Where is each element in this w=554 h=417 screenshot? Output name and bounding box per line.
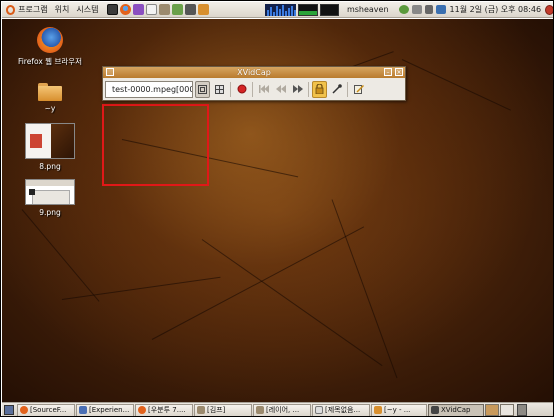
power-icon[interactable] xyxy=(545,4,553,15)
firefox-icon xyxy=(20,406,28,414)
document-icon xyxy=(79,406,87,414)
desktop-icon-8png[interactable]: 8.png xyxy=(20,123,80,171)
task-label: [김프] xyxy=(207,406,226,414)
text-editor-icon[interactable] xyxy=(146,4,158,15)
window-title: XVidCap xyxy=(237,68,271,77)
taskbar-item[interactable]: [우분투 7.... xyxy=(135,403,193,416)
top-panel: 프로그램 위치 시스템 msheaven 11월 2일 (금) 오후 08:46 xyxy=(2,2,553,18)
lock-button[interactable] xyxy=(312,80,327,98)
gimp-icon[interactable] xyxy=(159,4,171,15)
menu-applications[interactable]: 프로그램 xyxy=(18,4,47,15)
firefox-icon xyxy=(37,27,63,53)
ubuntu-logo-icon[interactable] xyxy=(6,4,16,15)
gimp-icon xyxy=(197,406,205,414)
taskbar-item[interactable]: [SourceF... xyxy=(17,403,75,416)
volume-icon[interactable] xyxy=(424,5,433,14)
bottom-panel: [SourceF... [Experien... [우분투 7.... [김프]… xyxy=(2,402,553,416)
task-label: [SourceF... xyxy=(30,406,67,414)
taskbar-item-active[interactable]: XVidCap xyxy=(428,403,484,416)
record-button[interactable] xyxy=(234,81,249,98)
folder-icon xyxy=(374,406,382,414)
memory-monitor[interactable] xyxy=(298,3,318,16)
notification-icon[interactable] xyxy=(435,5,446,14)
close-button[interactable]: × xyxy=(395,68,403,76)
taskbar-item[interactable]: [김프] xyxy=(194,403,252,416)
separator xyxy=(347,81,348,97)
desktop-icon-home-folder[interactable]: ~y xyxy=(20,83,80,113)
workspace-2[interactable] xyxy=(500,404,514,416)
menu-places[interactable]: 위치 xyxy=(55,4,70,15)
image-viewer-icon[interactable] xyxy=(172,4,184,15)
separator xyxy=(308,81,309,97)
menu-system[interactable]: 시스템 xyxy=(76,4,98,15)
system-tray xyxy=(398,5,446,14)
desktop-icon-label: 9.png xyxy=(39,208,61,217)
rewind-button[interactable] xyxy=(256,81,271,98)
taskbar-item[interactable]: [레이어, ... xyxy=(253,403,311,416)
show-desktop-icon[interactable] xyxy=(4,405,14,415)
capture-area-frame[interactable] xyxy=(102,104,209,186)
screenshot-icon[interactable] xyxy=(185,4,197,15)
separator xyxy=(230,81,231,97)
folder-icon[interactable] xyxy=(198,4,210,15)
edit-button[interactable] xyxy=(351,81,366,98)
taskbar-item[interactable]: [제목없음... xyxy=(312,403,370,416)
xvidcap-window: XVidCap – × test-0000.mpeg[0000] xyxy=(102,66,406,101)
keyboard-icon[interactable] xyxy=(411,5,422,14)
folder-icon xyxy=(38,83,62,101)
username[interactable]: msheaven xyxy=(347,5,389,14)
eyedropper-icon xyxy=(331,84,342,94)
image-thumbnail-icon xyxy=(25,179,75,205)
screen: 프로그램 위치 시스템 msheaven 11월 2일 (금) 오후 08:46… xyxy=(0,0,554,417)
edit-icon xyxy=(353,84,364,94)
rewind-icon xyxy=(258,85,269,93)
lock-icon xyxy=(315,84,324,94)
title-bar[interactable]: XVidCap – × xyxy=(103,67,405,78)
select-area-button[interactable] xyxy=(329,81,344,98)
workspace-1[interactable] xyxy=(485,404,499,416)
record-icon xyxy=(237,84,246,94)
launcher-group xyxy=(107,4,210,15)
back-button[interactable] xyxy=(273,81,288,98)
task-label: [~y - ... xyxy=(384,406,411,414)
terminal-icon[interactable] xyxy=(107,4,119,15)
taskbar-item[interactable]: [Experien... xyxy=(76,403,134,416)
task-label: [제목없음... xyxy=(325,406,361,414)
document-icon xyxy=(315,406,323,414)
task-label: XVidCap xyxy=(441,406,471,414)
network-status-icon[interactable] xyxy=(398,5,409,14)
taskbar-item[interactable]: [~y - ... xyxy=(371,403,427,416)
firefox-icon xyxy=(138,406,146,414)
separator xyxy=(252,81,253,97)
task-label: [Experien... xyxy=(89,406,130,414)
desktop-icon-label: ~y xyxy=(44,104,56,113)
cpu-monitor[interactable] xyxy=(319,3,339,16)
minimize-button[interactable]: – xyxy=(384,68,392,76)
toolbar: test-0000.mpeg[0000] xyxy=(103,78,405,100)
desktop-icon-9png[interactable]: 9.png xyxy=(20,179,80,217)
task-label: [우분투 7.... xyxy=(148,406,186,414)
task-label: [레이어, ... xyxy=(266,406,300,414)
filmstrip-button[interactable] xyxy=(212,81,227,98)
desktop-icon-label: 8.png xyxy=(39,162,61,171)
clock[interactable]: 11월 2일 (금) 오후 08:46 xyxy=(450,4,542,15)
frame-icon xyxy=(198,84,207,94)
desktop-icon-label: Firefox 웹 브라우저 xyxy=(17,57,83,66)
pidgin-icon[interactable] xyxy=(133,4,145,15)
forward-icon xyxy=(292,85,303,93)
capture-area-button[interactable] xyxy=(195,80,210,98)
back-icon xyxy=(275,85,286,93)
desktop-icon-firefox[interactable]: Firefox 웹 브라우저 xyxy=(17,27,83,67)
network-monitor[interactable] xyxy=(265,3,297,16)
filename-field[interactable]: test-0000.mpeg[0000] xyxy=(105,80,193,98)
xvidcap-icon xyxy=(431,406,439,414)
firefox-icon[interactable] xyxy=(120,4,132,15)
filmstrip-icon xyxy=(215,84,224,94)
image-thumbnail-icon xyxy=(25,123,75,159)
gimp-icon xyxy=(256,406,264,414)
trash-icon[interactable] xyxy=(517,404,527,416)
forward-button[interactable] xyxy=(290,81,305,98)
